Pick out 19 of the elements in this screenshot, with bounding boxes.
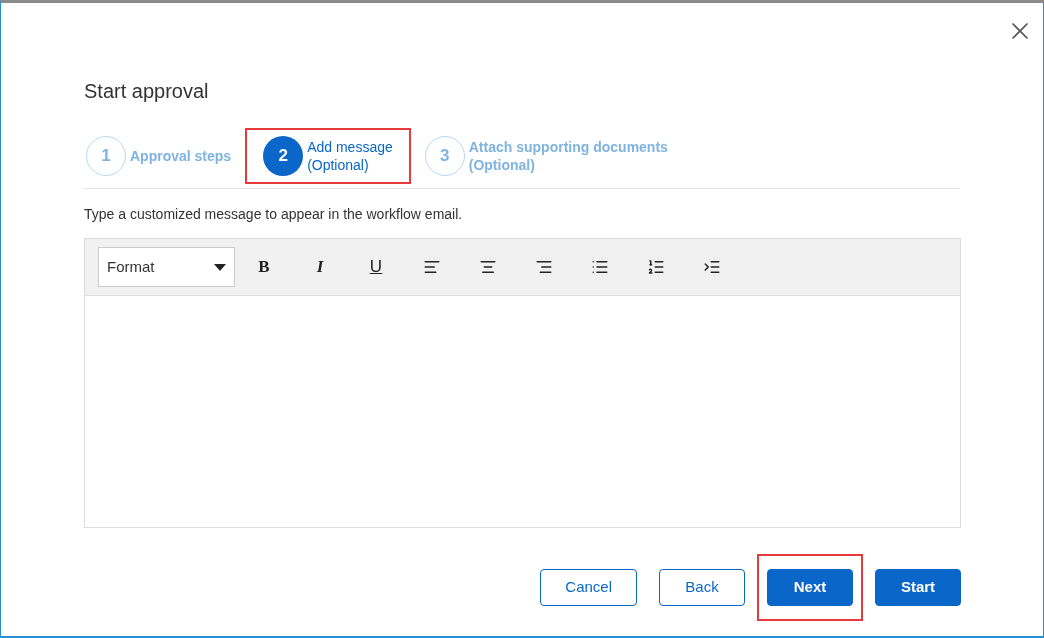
align-right-icon <box>535 258 553 276</box>
dialog-button[interactable]: Next <box>767 569 853 606</box>
align-center-icon <box>479 258 497 276</box>
dialog-button[interactable]: Cancel <box>540 569 637 606</box>
format-toolbar-button[interactable]: B <box>242 251 286 283</box>
step-tab[interactable]: Add message (Optional) <box>307 137 393 174</box>
instruction-text: Type a customized message to appear in the workflow email. <box>84 205 464 224</box>
format-toolbar-button[interactable]: I <box>298 251 342 283</box>
dialog-button[interactable]: Start <box>875 569 961 606</box>
dialog-title: Start approval <box>84 79 210 103</box>
numbered-list-icon <box>647 258 665 276</box>
format-dropdown[interactable]: Format <box>98 247 235 287</box>
dialog-button[interactable]: Back <box>659 569 745 606</box>
step-number: 2 <box>263 135 304 176</box>
bullet-list-icon <box>591 258 609 276</box>
dropdown-caret-icon <box>214 263 226 271</box>
indent-icon <box>703 258 721 276</box>
align-left-icon <box>423 258 441 276</box>
format-toolbar-button[interactable]: U <box>354 251 398 283</box>
